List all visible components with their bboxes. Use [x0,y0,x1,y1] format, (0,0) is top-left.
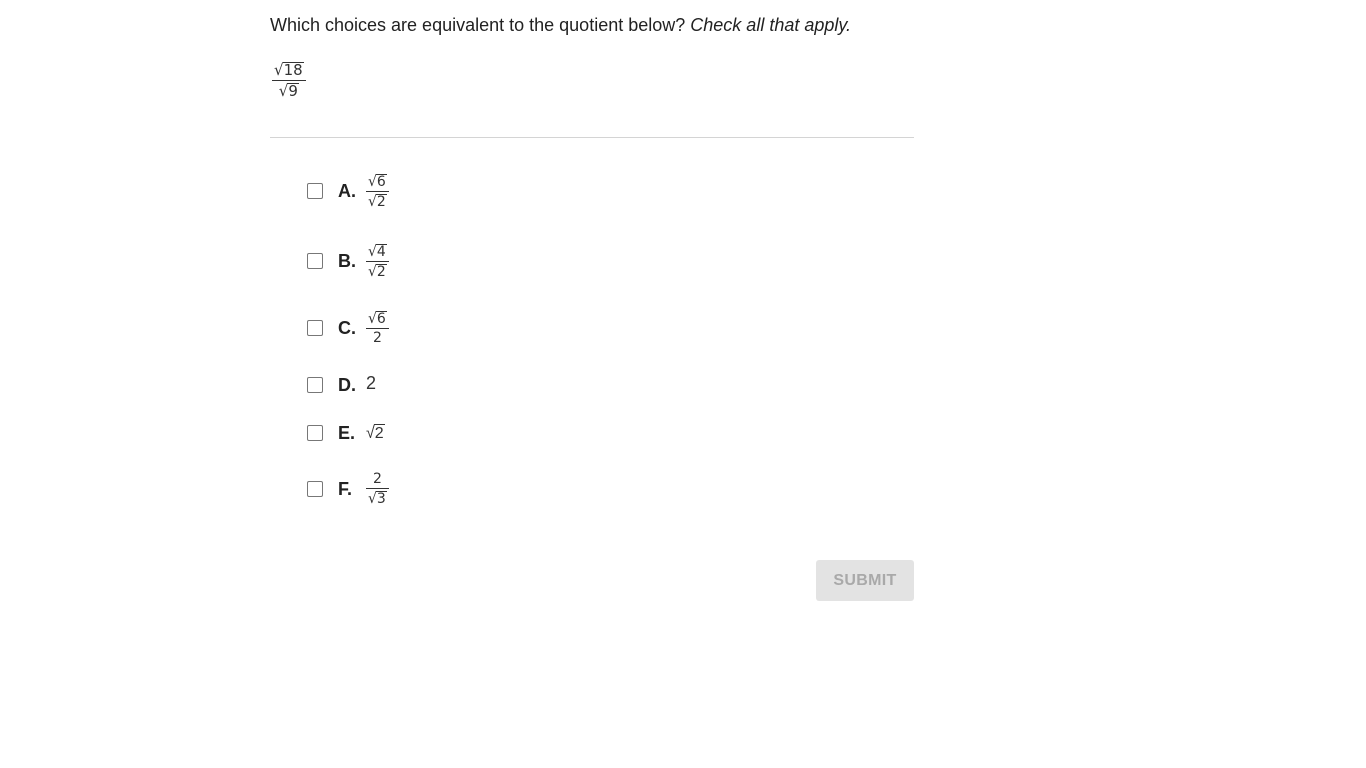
option-b-checkbox[interactable] [307,253,323,269]
option-a-letter: A. [338,180,356,201]
option-e-checkbox[interactable] [307,425,323,441]
option-f-letter: F. [338,478,353,499]
quotient-expression: √ 18 √ 9 [272,62,306,99]
option-e[interactable]: E. √ 2 [307,423,385,443]
option-b-letter: B. [338,250,356,271]
option-d-checkbox[interactable] [307,377,323,393]
option-d-value: 2 [366,372,377,393]
option-a-value: √ 6 √ 2 [366,173,389,209]
question-text: Which choices are equivalent to the quot… [270,13,851,37]
option-d-letter: D. [338,374,356,395]
option-f-value: 2 √ 3 [366,472,389,506]
option-b[interactable]: B. √ 4 √ 2 [307,243,389,279]
fraction-bar [272,80,306,81]
option-f-checkbox[interactable] [307,481,323,497]
option-c-checkbox[interactable] [307,320,323,336]
option-e-value: √ 2 [366,423,385,442]
question-instruction: Check all that apply. [690,15,852,35]
option-c[interactable]: C. √ 6 2 [307,311,389,345]
question-prompt: Which choices are equivalent to the quot… [270,15,686,35]
option-a[interactable]: A. √ 6 √ 2 [307,173,389,209]
submit-button[interactable]: SUBMIT [816,560,914,601]
radical-9: √ 9 [278,81,299,101]
option-b-value: √ 4 √ 2 [366,243,389,279]
option-c-value: √ 6 2 [366,311,389,345]
option-c-letter: C. [338,317,356,338]
option-e-letter: E. [338,422,356,443]
option-f[interactable]: F. 2 √ 3 [307,472,389,506]
divider [270,137,914,138]
option-d[interactable]: D. 2 [307,372,377,395]
option-a-checkbox[interactable] [307,183,323,199]
radical-18: √ 18 [274,60,304,80]
